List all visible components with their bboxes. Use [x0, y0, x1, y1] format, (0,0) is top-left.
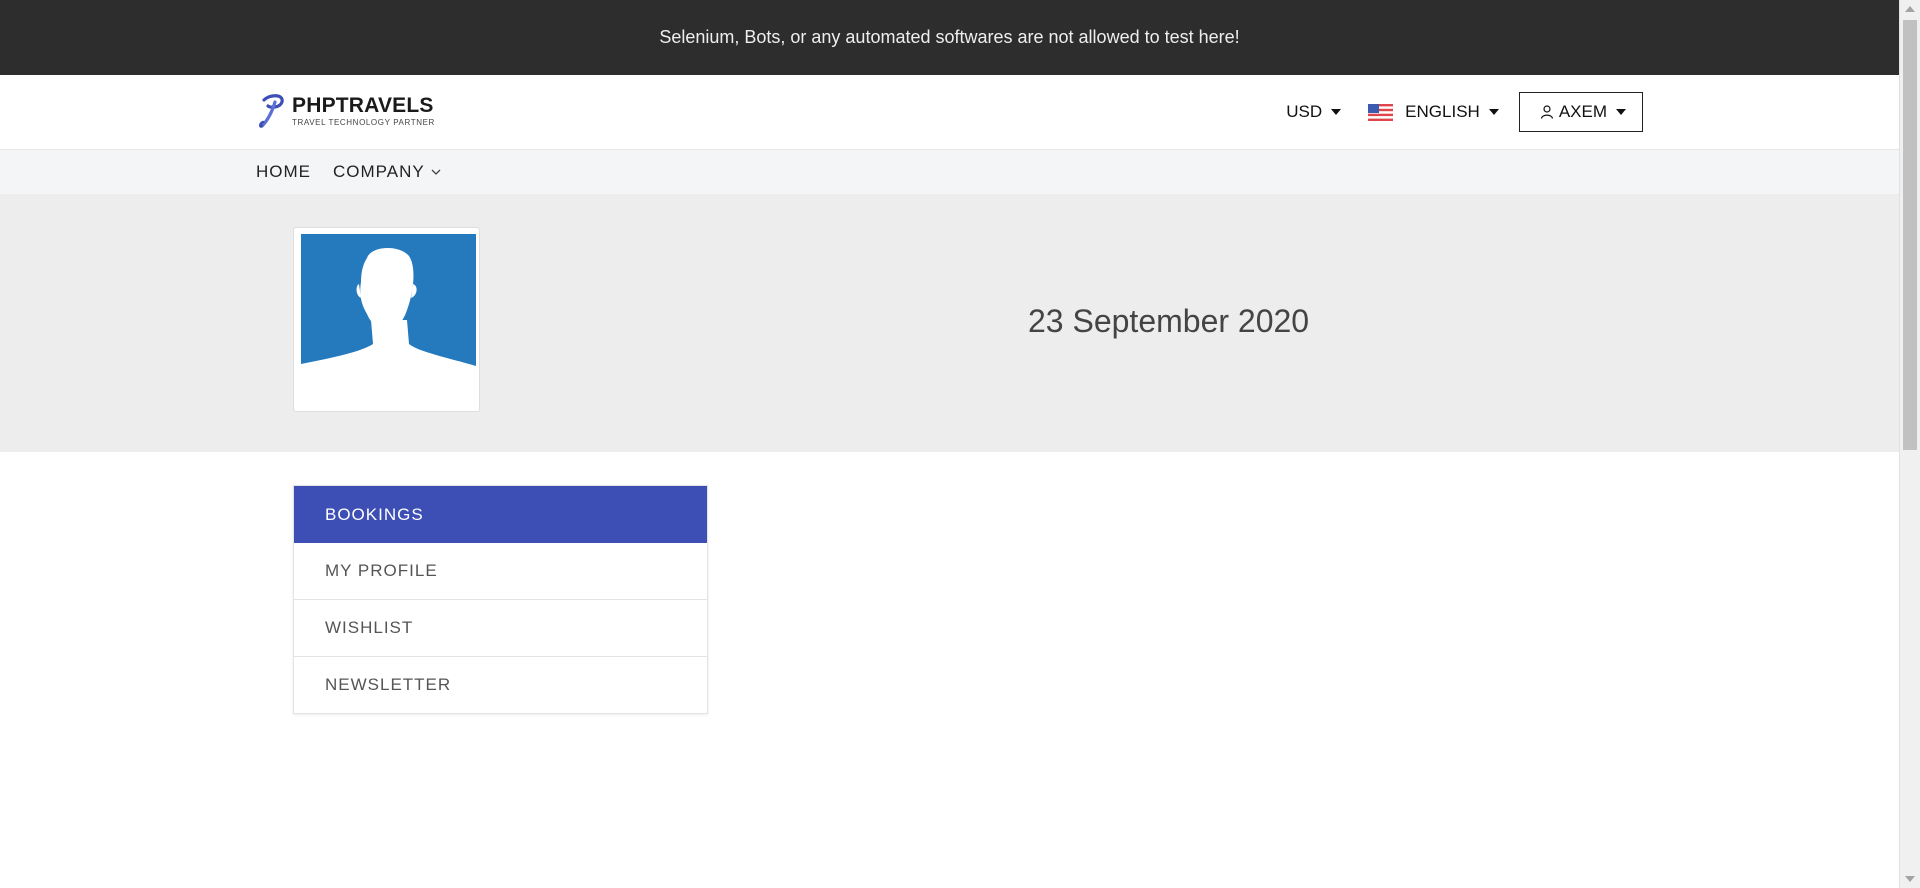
user-silhouette-icon — [301, 234, 476, 380]
nav-home[interactable]: HOME — [256, 162, 311, 182]
menu-item-label: MY PROFILE — [325, 561, 438, 580]
header-controls: USD ENGLISH AXEM — [1286, 92, 1643, 132]
chevron-down-icon — [431, 169, 441, 175]
main-nav: HOME COMPANY — [0, 150, 1899, 195]
notice-text: Selenium, Bots, or any automated softwar… — [659, 27, 1240, 47]
nav-company-label: COMPANY — [333, 162, 425, 181]
phptravels-logo-icon — [259, 94, 284, 128]
menu-item-label: NEWSLETTER — [325, 675, 452, 694]
menu-item-my-profile[interactable]: MY PROFILE — [294, 543, 707, 600]
page: Selenium, Bots, or any automated softwar… — [0, 0, 1899, 888]
account-menu: BOOKINGS MY PROFILE WISHLIST NEWSLETTER — [293, 485, 708, 714]
user-account-dropdown[interactable]: AXEM — [1518, 92, 1643, 132]
caret-down-icon — [1488, 109, 1499, 115]
caret-down-icon — [1331, 109, 1342, 115]
scroll-down-icon[interactable] — [1905, 876, 1915, 882]
user-name: AXEM — [1558, 102, 1607, 121]
currency-dropdown[interactable]: USD — [1286, 102, 1342, 122]
nav-company[interactable]: COMPANY — [333, 162, 441, 182]
scroll-up-icon[interactable] — [1905, 6, 1915, 12]
menu-item-bookings[interactable]: BOOKINGS — [294, 486, 707, 543]
vertical-scrollbar[interactable] — [1899, 0, 1920, 888]
nav-home-label: HOME — [256, 162, 311, 181]
brand-tagline: TRAVEL TECHNOLOGY PARTNER — [292, 118, 435, 127]
header: PHPTRAVELS TRAVEL TECHNOLOGY PARTNER USD… — [0, 75, 1899, 150]
menu-item-wishlist[interactable]: WISHLIST — [294, 600, 707, 657]
currency-label: USD — [1286, 102, 1323, 121]
menu-item-label: WISHLIST — [325, 618, 414, 637]
caret-down-icon — [1616, 109, 1626, 115]
profile-header: 23 September 2020 — [0, 195, 1899, 452]
scrollbar-thumb[interactable] — [1903, 20, 1917, 450]
menu-item-label: BOOKINGS — [325, 504, 424, 524]
language-label: ENGLISH — [1405, 102, 1480, 121]
logo[interactable]: PHPTRAVELS TRAVEL TECHNOLOGY PARTNER — [258, 92, 435, 130]
language-dropdown[interactable]: ENGLISH — [1368, 102, 1499, 122]
us-flag-icon — [1368, 103, 1394, 121]
brand-name: PHPTRAVELS — [292, 94, 434, 117]
avatar — [293, 227, 480, 412]
menu-item-newsletter[interactable]: NEWSLETTER — [294, 657, 707, 713]
profile-date: 23 September 2020 — [1028, 303, 1310, 339]
user-icon — [1540, 105, 1553, 119]
notice-bar: Selenium, Bots, or any automated softwar… — [0, 0, 1899, 75]
